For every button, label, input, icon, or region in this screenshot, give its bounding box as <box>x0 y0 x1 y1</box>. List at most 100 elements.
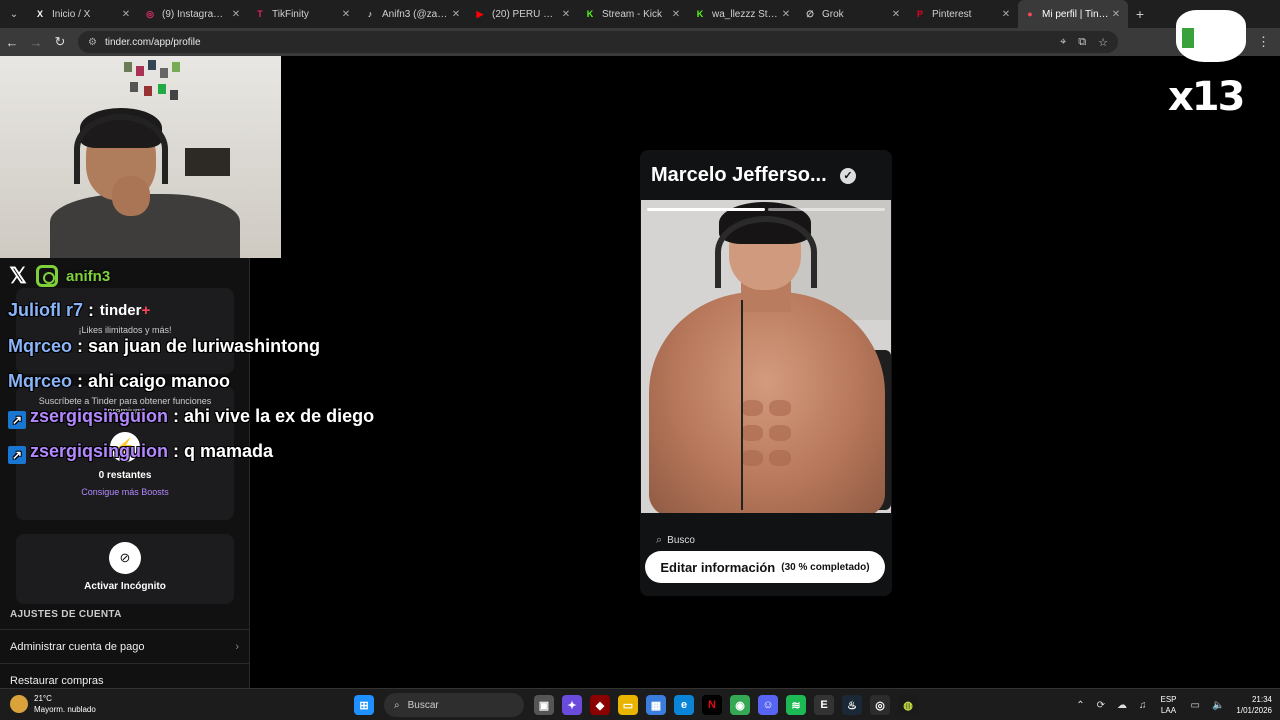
close-tab-icon[interactable]: ✕ <box>560 9 572 20</box>
browser-toolbar: ← → ↻ ⚙ tinder.com/app/profile ⌖ ⧉ ☆ ⋮ <box>0 28 1280 56</box>
game-app-icon[interactable]: ◆ <box>590 695 610 715</box>
back-arrow-icon[interactable]: ← <box>0 35 24 50</box>
tab-label: wa_llezzz Stream <box>712 8 780 20</box>
taskbar-search-placeholder: Buscar <box>407 699 439 711</box>
tab-label: Grok <box>822 8 844 20</box>
volume-icon[interactable]: 🔈 <box>1212 700 1224 711</box>
store-icon[interactable]: ▦ <box>646 695 666 715</box>
browser-menu-icon[interactable]: ⋮ <box>1257 34 1270 50</box>
browser-tab[interactable]: ▶ (20) PERU REWIN✕ <box>468 0 578 28</box>
forward-arrow-icon[interactable]: → <box>24 35 48 50</box>
x-logo-icon: 𝕏 <box>9 263 27 288</box>
manage-payment-label: Administrar cuenta de pago <box>10 640 145 653</box>
browser-tab[interactable]: ◎ (9) Instagram • M✕ <box>138 0 248 28</box>
search-icon: ⌕ <box>394 699 400 711</box>
manage-payment-row[interactable]: Administrar cuenta de pago › <box>0 629 249 663</box>
restore-purchases-label: Restaurar compras <box>10 674 104 687</box>
reload-icon[interactable]: ↻ <box>48 34 72 50</box>
chevron-up-icon[interactable]: ⌃ <box>1076 700 1084 711</box>
browser-tab[interactable]: Kwa_llezzz Stream✕ <box>688 0 798 28</box>
tab-label: Inicio / X <box>52 8 91 20</box>
copilot-icon[interactable]: ✦ <box>562 695 582 715</box>
discord-icon[interactable]: ☺ <box>758 695 778 715</box>
chat-text: : san juan de luriwashintong <box>77 336 321 356</box>
steam-icon[interactable]: ♨ <box>842 695 862 715</box>
netflix-icon[interactable]: N <box>702 695 722 715</box>
tab-label: (20) PERU REWIN <box>492 8 560 20</box>
close-tab-icon[interactable]: ✕ <box>1000 9 1012 20</box>
taskbar-search[interactable]: ⌕ Buscar <box>384 693 524 717</box>
incognito-card[interactable]: ⊘ Activar Incógnito <box>16 534 234 604</box>
tab-label: Anifn3 (@zanifn3 <box>382 8 450 20</box>
site-info-icon[interactable]: ⚙ <box>88 37 97 48</box>
browser-tab[interactable]: X Inicio / X ✕ <box>28 0 138 28</box>
install-app-icon[interactable]: ⧉ <box>1078 36 1086 49</box>
bookmark-star-icon[interactable]: ☆ <box>1098 36 1108 49</box>
obs-icon[interactable]: ◎ <box>870 695 890 715</box>
chat-text: : <box>88 300 95 320</box>
photo-progress-segment <box>647 208 765 211</box>
verified-check-icon: ✓ <box>840 168 856 184</box>
get-boosts-link[interactable]: Consigue más Boosts <box>16 487 234 497</box>
browser-tab[interactable]: ∅ Grok ✕ <box>798 0 908 28</box>
weather-desc: Mayorm. nublado <box>34 705 96 714</box>
new-tab-button[interactable]: + <box>1128 6 1152 22</box>
search-icon: ⌕ <box>656 534 663 546</box>
address-bar[interactable]: ⚙ tinder.com/app/profile ⌖ ⧉ ☆ <box>78 31 1118 53</box>
x13-logo: x13 <box>1168 10 1248 120</box>
chat-username: zsergiqsinguion <box>30 441 169 461</box>
pinterest-icon: P <box>916 9 923 19</box>
onedrive-icon[interactable]: ☁ <box>1117 700 1127 711</box>
edit-info-button[interactable]: Editar información (30 % completado) <box>645 551 885 583</box>
tab-search-chevron-icon[interactable]: ⌄ <box>0 0 28 28</box>
incognito-label: Activar Incógnito <box>84 581 166 592</box>
tab-label: Mi perfil | Tinder <box>1042 8 1110 20</box>
windows-start-icon[interactable]: ⊞ <box>354 695 374 715</box>
eye-slash-icon: ⊘ <box>109 542 141 574</box>
close-tab-icon[interactable]: ✕ <box>230 9 242 20</box>
kick-badge-icon: ↗ <box>8 446 26 464</box>
browser-tab[interactable]: K Stream - Kick ✕ <box>578 0 688 28</box>
chat-username: Mqrceo <box>8 336 73 356</box>
edge-icon[interactable]: e <box>674 695 694 715</box>
close-tab-icon[interactable]: ✕ <box>670 9 682 20</box>
browser-tab[interactable]: ● Mi perfil | Tinder ✕ <box>1018 0 1128 28</box>
close-tab-icon[interactable]: ✕ <box>340 9 352 20</box>
app-icon[interactable]: ◍ <box>898 695 918 715</box>
profile-card: Marcelo Jefferso... ✓ ⌕ Busco Editar inf… <box>640 150 892 596</box>
tikfinity-icon: T <box>257 9 263 19</box>
photo-progress-segment <box>767 208 885 211</box>
social-overlay: 𝕏 anifn3 <box>6 264 110 288</box>
spotify-icon[interactable]: ≋ <box>786 695 806 715</box>
chevron-right-icon: › <box>235 640 239 653</box>
profile-photo[interactable] <box>641 200 891 513</box>
close-tab-icon[interactable]: ✕ <box>120 9 132 20</box>
tab-label: Stream - Kick <box>602 8 663 20</box>
kick-icon: K <box>586 9 594 19</box>
chat-text: : ahi vive la ex de diego <box>173 406 375 426</box>
close-tab-icon[interactable]: ✕ <box>780 9 792 20</box>
sync-icon[interactable]: ⟳ <box>1097 700 1105 711</box>
weather-widget[interactable]: 21°C Mayorm. nublado <box>10 693 96 715</box>
clock[interactable]: 21:34 1/01/2026 <box>1236 694 1272 716</box>
kick-icon: K <box>696 9 704 19</box>
language-indicator[interactable]: ESP LAA <box>1160 694 1176 716</box>
browser-tab[interactable]: T TikFinity ✕ <box>248 0 358 28</box>
youtube-icon: ▶ <box>476 9 484 19</box>
close-tab-icon[interactable]: ✕ <box>450 9 462 20</box>
epic-games-icon[interactable]: E <box>814 695 834 715</box>
tinder-icon: ● <box>1027 9 1033 19</box>
edit-completion: (30 % completado) <box>781 561 870 573</box>
microphone-icon[interactable]: ♫ <box>1139 700 1147 711</box>
task-view-icon[interactable]: ▣ <box>534 695 554 715</box>
close-tab-icon[interactable]: ✕ <box>890 9 902 20</box>
browser-tab[interactable]: ♪ Anifn3 (@zanifn3✕ <box>358 0 468 28</box>
chat-username: Juliofl r7 <box>8 300 84 320</box>
close-tab-icon[interactable]: ✕ <box>1110 9 1122 20</box>
display-icon[interactable]: ▭ <box>1191 700 1200 711</box>
file-explorer-icon[interactable]: ▭ <box>618 695 638 715</box>
browser-tab[interactable]: P Pinterest ✕ <box>908 0 1018 28</box>
location-pin-icon[interactable]: ⌖ <box>1060 36 1066 49</box>
x-logo-icon: X <box>36 9 43 19</box>
chrome-icon[interactable]: ◉ <box>730 695 750 715</box>
